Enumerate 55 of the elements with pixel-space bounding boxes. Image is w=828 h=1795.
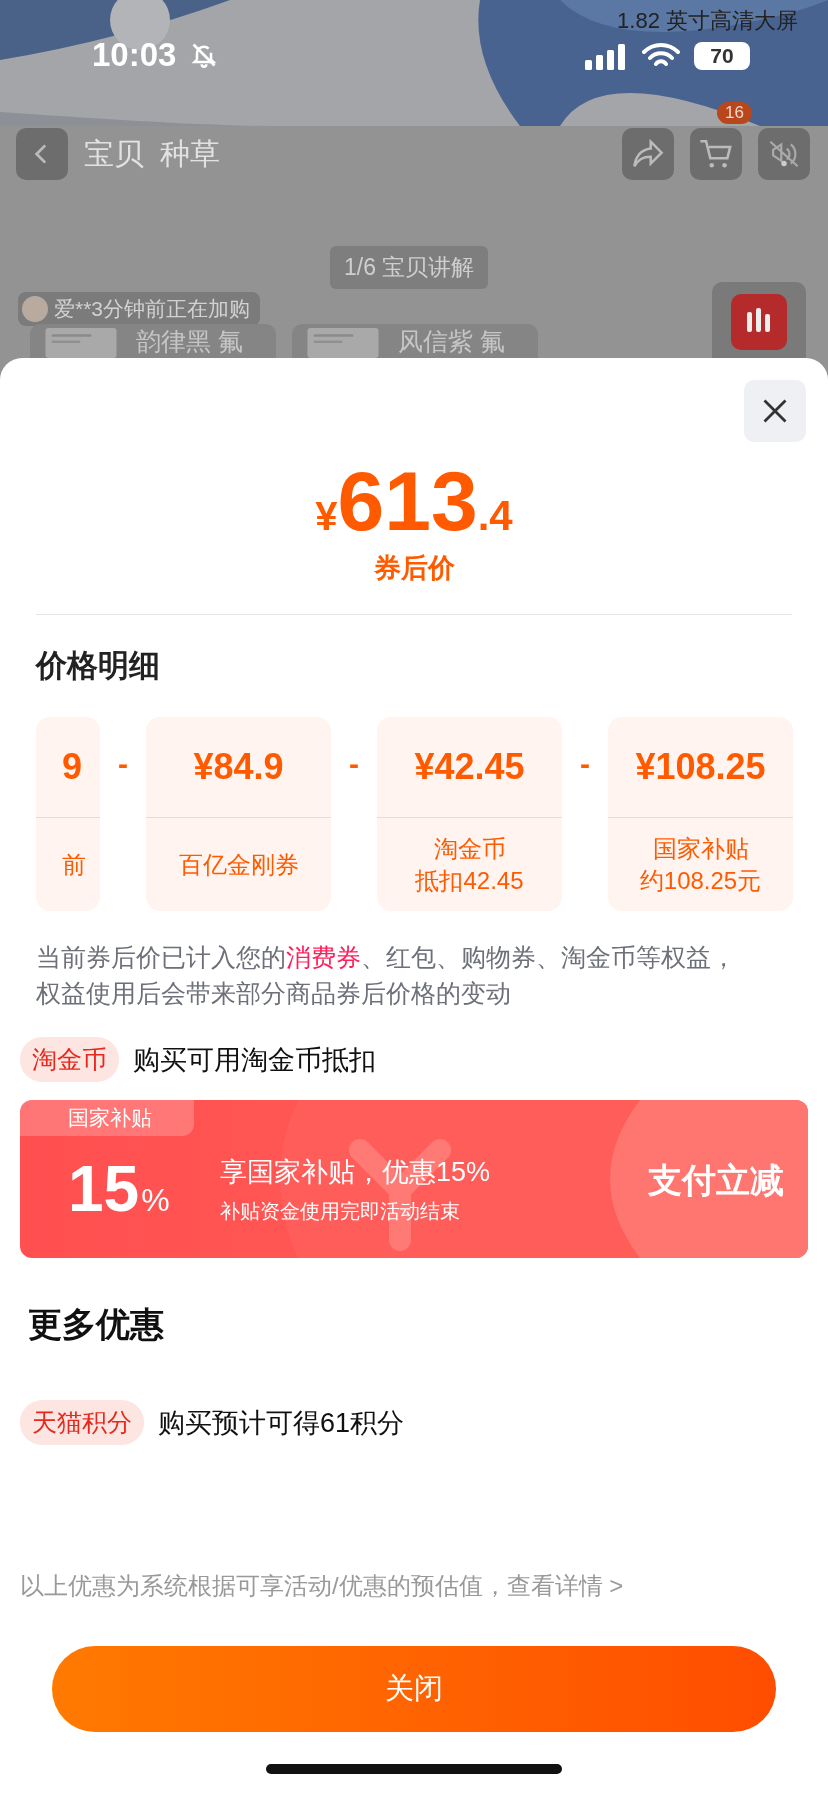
section-title: 价格明细 xyxy=(36,647,161,685)
share-icon xyxy=(631,139,665,169)
item-label: 国家补贴 xyxy=(652,833,749,864)
subsidy-subtitle: 补贴资金使用完即活动结束 xyxy=(220,1198,461,1224)
cart-icon xyxy=(699,138,733,170)
avatar xyxy=(22,296,48,322)
subsidy-tag: 国家补贴 xyxy=(20,1100,194,1136)
close-icon xyxy=(761,397,789,425)
product-label: 风信紫 氟 xyxy=(398,325,505,357)
product-label: 韵律黑 氟 xyxy=(136,325,243,357)
activity-text: 爱**3分钟前正在加购 xyxy=(54,296,251,322)
back-button[interactable] xyxy=(16,128,68,180)
banner-caption: 1.82 英寸高清大屏 xyxy=(617,7,798,35)
item-amount: 9 xyxy=(61,746,82,788)
battery-level: 70 xyxy=(694,42,750,70)
item-amount: ¥84.9 xyxy=(193,746,284,788)
subsidy-action: 支付立减 xyxy=(648,1160,784,1201)
product-card[interactable]: 韵律黑 氟 xyxy=(30,324,276,358)
share-button[interactable] xyxy=(622,128,674,180)
subsidy-percent: 15% xyxy=(68,1152,171,1226)
section-title: 更多优惠 xyxy=(28,1304,165,1345)
item-label: 百亿金刚券 xyxy=(178,849,299,880)
minus-sign: - xyxy=(117,747,129,781)
price-caption: 券后价 xyxy=(373,552,455,585)
status-time: 10:03 xyxy=(92,36,177,74)
minus-sign: - xyxy=(579,747,591,781)
explain-pill[interactable]: 1/6 宝贝讲解 xyxy=(330,246,489,289)
price-note: 当前券后价已计入您的消费券、红包、购物券、淘金币等权益，权益使用后会带来部分商品券后价格的变动 xyxy=(36,942,737,1009)
item-amount: ¥42.45 xyxy=(414,746,525,788)
item-label: 约108.25元 xyxy=(639,865,762,896)
mute-button[interactable] xyxy=(758,128,810,180)
item-label: 抵扣42.45 xyxy=(415,865,524,896)
item-label: 前 xyxy=(62,849,86,880)
minus-sign: - xyxy=(348,747,360,781)
nav-tab[interactable]: 种草 xyxy=(160,133,220,175)
signal-icon xyxy=(585,44,627,70)
coin-text: 购买可用淘金币抵扣 xyxy=(133,1043,376,1077)
cart-button[interactable] xyxy=(690,128,742,180)
coin-tag: 淘金币 xyxy=(20,1037,119,1082)
product-card[interactable]: 风信紫 氟 xyxy=(292,324,538,358)
perk-tag: 天猫积分 xyxy=(20,1400,144,1445)
bell-off-icon xyxy=(190,41,218,69)
speaker-off-icon xyxy=(767,139,801,169)
subsidy-card[interactable]: 国家补贴 15% 享国家补贴，优惠15% 补贴资金使用完即活动结束 支付立减 xyxy=(20,1100,808,1258)
item-amount: ¥108.25 xyxy=(635,746,766,788)
footer-note[interactable]: 以上优惠为系统根据可享活动/优惠的预估值，查看详情 > xyxy=(20,1570,808,1602)
final-price: ¥613.4 xyxy=(314,456,514,546)
close-button[interactable] xyxy=(744,380,806,442)
subsidy-title: 享国家补贴，优惠15% xyxy=(220,1155,491,1189)
cart-count-badge: 16 xyxy=(717,102,752,124)
item-label: 淘金币 xyxy=(433,833,506,864)
perk-text: 购买预计可得61积分 xyxy=(158,1406,405,1440)
nav-tab[interactable]: 宝贝 xyxy=(84,133,144,175)
close-sheet-button[interactable]: 关闭 xyxy=(52,1646,776,1732)
bars-icon xyxy=(731,294,787,350)
